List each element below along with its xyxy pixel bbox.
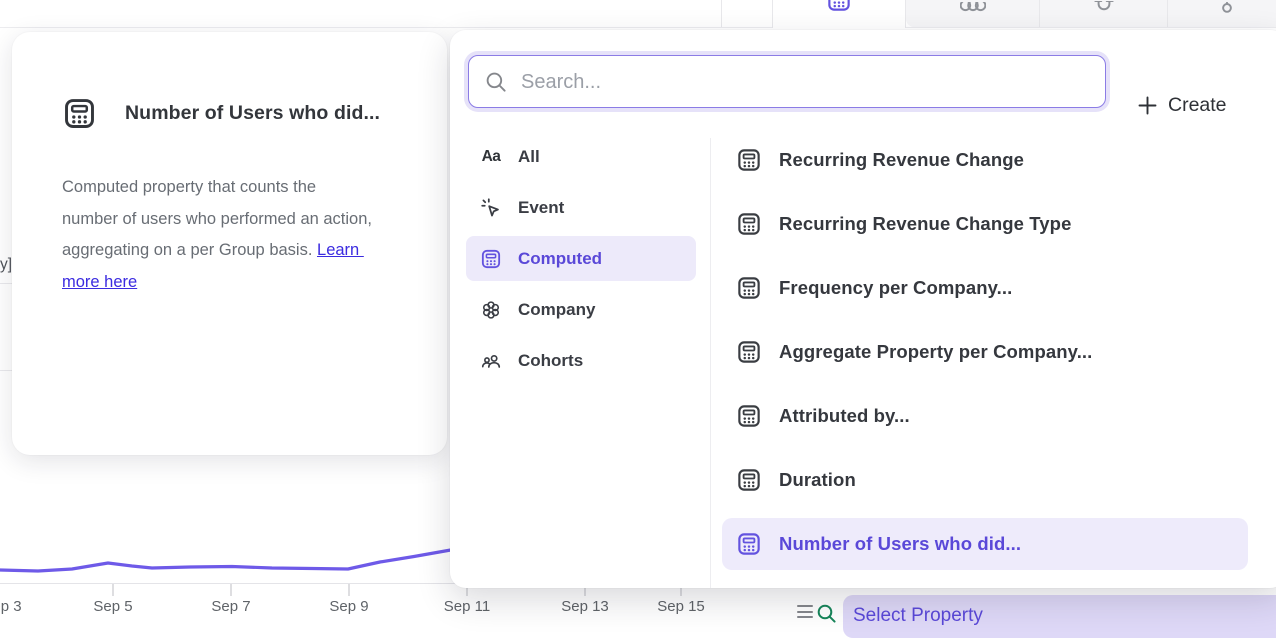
calculator-icon: [736, 531, 762, 557]
flag-icon: [1220, 0, 1233, 18]
calculator-icon: [826, 0, 852, 13]
x-tick-label: Sep 13: [561, 598, 609, 615]
select-property-row: Select Property: [780, 592, 1276, 642]
text-format-icon: Aa: [480, 146, 502, 168]
calculator-icon: [736, 211, 762, 237]
calculator-icon: [62, 96, 97, 131]
property-item[interactable]: Frequency per Company...: [722, 262, 1248, 314]
cohorts-icon: [480, 350, 502, 372]
learn-more-link[interactable]: more here: [62, 273, 137, 291]
category-list: Aa All Event Computed Company Cohorts: [466, 134, 696, 389]
property-label: Aggregate Property per Company...: [779, 341, 1092, 363]
category-item-computed[interactable]: Computed: [466, 236, 696, 281]
property-picker-panel: Create AaAllEventComputedCompanyCohorts …: [450, 30, 1276, 588]
property-item[interactable]: Attributed by...: [722, 390, 1248, 442]
company-icon: [480, 299, 502, 321]
category-item-cohorts[interactable]: Cohorts: [466, 338, 696, 383]
property-label: Attributed by...: [779, 405, 910, 427]
app-screen: y] Sep 3Sep 5Sep 7Sep 9Sep 11Sep 13Sep 1…: [0, 0, 1276, 642]
tooltip-description-line: aggregating on a per Group basis. Learn: [62, 235, 432, 267]
search-icon: [816, 603, 838, 625]
search-input[interactable]: [519, 56, 1083, 109]
event-cursor-icon: [480, 197, 502, 219]
select-property-label: Select Property: [853, 605, 983, 627]
tooltip-description: Computed property that counts the number …: [62, 172, 432, 298]
category-label: Computed: [518, 249, 602, 269]
calculator-icon: [736, 467, 762, 493]
metric-line-series: [0, 548, 462, 571]
property-item[interactable]: Aggregate Property per Company...: [722, 326, 1248, 378]
property-list: Recurring Revenue Change Recurring Revenu…: [722, 134, 1248, 582]
calculator-icon: [736, 339, 762, 365]
category-item-all[interactable]: Aa All: [466, 134, 696, 179]
calculator-icon: [736, 275, 762, 301]
property-tooltip-card: Number of Users who did... Computed prop…: [12, 32, 447, 455]
category-item-event[interactable]: Event: [466, 185, 696, 230]
tooltip-description-line: number of users who performed an action,: [62, 204, 432, 236]
drag-handle-icon[interactable]: [797, 605, 813, 619]
calculator-icon: [480, 248, 502, 270]
metric-tab-1[interactable]: [772, 0, 906, 28]
search-field: [468, 55, 1106, 108]
metric-tab-3[interactable]: [1040, 0, 1168, 27]
metric-tab-4[interactable]: [1168, 0, 1276, 27]
property-label: Duration: [779, 469, 856, 491]
property-item[interactable]: Recurring Revenue Change: [722, 134, 1248, 186]
learn-more-link[interactable]: Learn: [317, 241, 364, 259]
property-label: Recurring Revenue Change Type: [779, 213, 1071, 235]
category-item-company[interactable]: Company: [466, 287, 696, 332]
property-label: Number of Users who did...: [779, 533, 1021, 555]
dots-icon: [960, 0, 986, 17]
tooltip-text: number of users who performed an action,: [62, 210, 372, 228]
property-item[interactable]: Duration: [722, 454, 1248, 506]
create-button[interactable]: Create: [1138, 94, 1227, 117]
x-tick-label: Sep 9: [329, 598, 368, 615]
panel-divider: [710, 138, 711, 588]
property-label: Recurring Revenue Change: [779, 149, 1024, 171]
tooltip-description-line: Computed property that counts the: [62, 172, 432, 204]
x-tick-label: Sep 7: [211, 598, 250, 615]
category-label: All: [518, 147, 540, 167]
property-label: Frequency per Company...: [779, 277, 1012, 299]
create-label: Create: [1168, 94, 1227, 117]
plus-icon: [1138, 96, 1157, 115]
x-tick-label: Sep 5: [93, 598, 132, 615]
property-item[interactable]: Recurring Revenue Change Type: [722, 198, 1248, 250]
calculator-icon: [736, 403, 762, 429]
x-tick-label: Sep 15: [657, 598, 705, 615]
property-item[interactable]: Number of Users who did...: [722, 518, 1248, 570]
x-tick-label: Sep 3: [0, 598, 22, 615]
tooltip-description-line: more here: [62, 267, 432, 299]
tooltip-title: Number of Users who did...: [125, 102, 380, 125]
metric-tab-2[interactable]: [906, 0, 1040, 27]
search-icon: [485, 71, 508, 94]
category-label: Company: [518, 300, 595, 320]
select-property-pill[interactable]: Select Property: [843, 595, 1276, 638]
metric-type-tab-strip: [0, 0, 1276, 28]
tooltip-text: aggregating on a per Group basis.: [62, 241, 317, 259]
x-tick-label: Sep 11: [444, 598, 490, 615]
category-label: Event: [518, 198, 564, 218]
funnel-icon: [1091, 0, 1117, 18]
category-label: Cohorts: [518, 351, 583, 371]
tooltip-text: Computed property that counts the: [62, 178, 316, 196]
calculator-icon: [736, 147, 762, 173]
